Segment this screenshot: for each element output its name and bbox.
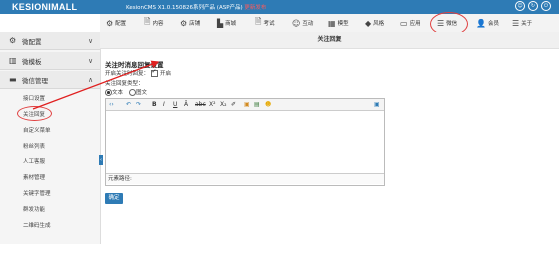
editor-content-area[interactable] <box>106 111 384 173</box>
source-icon[interactable]: ‹› <box>109 100 114 109</box>
subscript-icon[interactable]: X₂ <box>220 100 227 109</box>
collapse-handle[interactable]: ‹ <box>99 155 103 165</box>
top-bar: KESIONIMALL KesionCMS X1.0.150826系列产品 (A… <box>0 0 559 14</box>
bold-icon[interactable]: B <box>152 100 157 109</box>
italic-icon[interactable]: I <box>163 100 165 109</box>
rich-text-editor: ‹› ↶ ↷ B I U Ā abc X² X₂ ✐ ▣ ▤ ☻ ▣ 元素路径: <box>105 98 385 186</box>
sidebar-item-keywords[interactable]: 关键字管理 <box>23 189 51 197</box>
chevron-down-icon: ∨ <box>88 36 94 45</box>
sidebar-section-micro-template[interactable]: ▥ 微模板 ∨ <box>0 52 100 70</box>
refresh-icon[interactable]: ↻ <box>528 1 538 11</box>
grid-icon: ▦ <box>328 18 336 28</box>
tag-icon: ◆ <box>365 18 372 28</box>
strikethrough-icon[interactable]: abc <box>195 100 206 109</box>
monitor-icon: ▭ <box>400 18 408 28</box>
sidebar-item-qrcode[interactable]: 二维码生成 <box>23 221 51 229</box>
fullscreen-icon[interactable]: ▣ <box>374 100 380 109</box>
sidebar-item-fans[interactable]: 粉丝列表 <box>23 142 45 150</box>
nav-content[interactable]: 🗎 内容 <box>144 14 163 32</box>
superscript-icon[interactable]: X² <box>209 100 216 109</box>
gear-icon: ⚙ <box>106 18 114 28</box>
top-icons: ☺ ↻ ⏻ <box>515 1 551 11</box>
chevron-down-icon: ∨ <box>88 56 94 65</box>
image-icon[interactable]: ▣ <box>244 100 250 109</box>
editor-toolbar: ‹› ↶ ↷ B I U Ā abc X² X₂ ✐ ▣ ▤ ☻ ▣ <box>106 99 384 111</box>
radio-text[interactable] <box>105 89 112 96</box>
underline-icon[interactable]: U <box>173 100 177 109</box>
main-nav: ⚙ 配置 🗎 内容 ⚙ 店铺 ▙ 商城 🗎 考试 ☺ 互动 ▦ 模型 ◆ 风格 ▭ 应用 ☰ 微信 … <box>100 14 559 33</box>
sidebar-item-service[interactable]: 人工客服 <box>23 157 45 165</box>
nav-member[interactable]: 👤 会员 <box>476 14 499 32</box>
enable-row: 开启关注时回复： 开启 <box>105 68 172 78</box>
page-title: 关注回复 <box>100 32 559 49</box>
enable-checkbox[interactable] <box>151 68 159 77</box>
version-prefix: KesionCMS X1.0.150826系列产品 (ASP产品) <box>126 5 245 11</box>
redo-icon[interactable]: ↷ <box>136 100 141 109</box>
nav-config[interactable]: ⚙ 配置 <box>106 14 126 32</box>
nav-model[interactable]: ▦ 模型 <box>328 14 349 32</box>
nav-mall[interactable]: ▙ 商城 <box>217 14 236 32</box>
insert-icon[interactable]: ▤ <box>254 100 260 109</box>
radio-news[interactable] <box>129 89 137 96</box>
emoji-icon[interactable]: ☻ <box>265 100 271 109</box>
type-label: 关注回复类型： <box>105 81 144 87</box>
shop-icon: ▙ <box>217 18 224 28</box>
nav-store[interactable]: ⚙ 店铺 <box>180 14 200 32</box>
user-icon[interactable]: ☺ <box>515 1 525 11</box>
sidebar-item-material[interactable]: 素材管理 <box>23 173 45 181</box>
sidebar-section-micro-config[interactable]: ⚙ 微配置 ∨ <box>0 32 100 50</box>
undo-icon[interactable]: ↶ <box>126 100 131 109</box>
menu-icon: ☰ <box>512 18 520 28</box>
sidebar-item-interface[interactable]: 接口设置 <box>23 94 45 102</box>
version-link[interactable]: 更新发布 <box>244 5 266 11</box>
nav-exam[interactable]: 🗎 考试 <box>255 14 274 32</box>
type-radio-group: 文本 图文 <box>105 88 147 96</box>
template-icon: ▥ <box>9 56 17 65</box>
enable-label: 开启关注时回复： <box>105 71 150 77</box>
editor-element-path: 元素路径: <box>106 173 384 184</box>
ok-button[interactable]: 确定 <box>105 193 123 204</box>
eraser-icon[interactable]: ✐ <box>231 100 236 109</box>
radio-text-option[interactable]: 文本 <box>105 88 123 96</box>
people-icon: ☺ <box>292 18 301 28</box>
chat-icon: ▬ <box>9 75 17 84</box>
gear-icon: ⚙ <box>180 18 188 28</box>
document-icon: 🗎 <box>144 17 151 26</box>
power-icon[interactable]: ⏻ <box>541 1 551 11</box>
version-text: KesionCMS X1.0.150826系列产品 (ASP产品) 更新发布 <box>126 3 266 11</box>
nav-about[interactable]: ☰ 关于 <box>512 14 532 32</box>
radio-news-option[interactable]: 图文 <box>129 88 147 96</box>
sidebar-item-mass-send[interactable]: 群发功能 <box>23 205 45 213</box>
font-border-icon[interactable]: Ā <box>184 100 188 109</box>
nav-style[interactable]: ◆ 风格 <box>365 14 384 32</box>
user-icon: 👤 <box>476 18 486 28</box>
nav-apps[interactable]: ▭ 应用 <box>400 14 421 32</box>
enable-option-label: 开启 <box>160 71 172 77</box>
document-icon: 🗎 <box>255 17 262 26</box>
nav-interact[interactable]: ☺ 互动 <box>292 14 313 32</box>
sidebar: ⚙ 微配置 ∨ ▥ 微模板 ∨ ▬ 微信管理 ∧ <box>0 32 101 244</box>
sidebar-section-wechat-manage[interactable]: ▬ 微信管理 ∧ <box>0 71 100 89</box>
sidebar-item-custom-menu[interactable]: 自定义菜单 <box>23 126 51 134</box>
gear-icon: ⚙ <box>9 36 17 45</box>
annotation-circle-follow-reply <box>17 106 52 121</box>
chevron-up-icon: ∧ <box>88 75 94 84</box>
logo: KESIONIMALL <box>12 2 78 12</box>
